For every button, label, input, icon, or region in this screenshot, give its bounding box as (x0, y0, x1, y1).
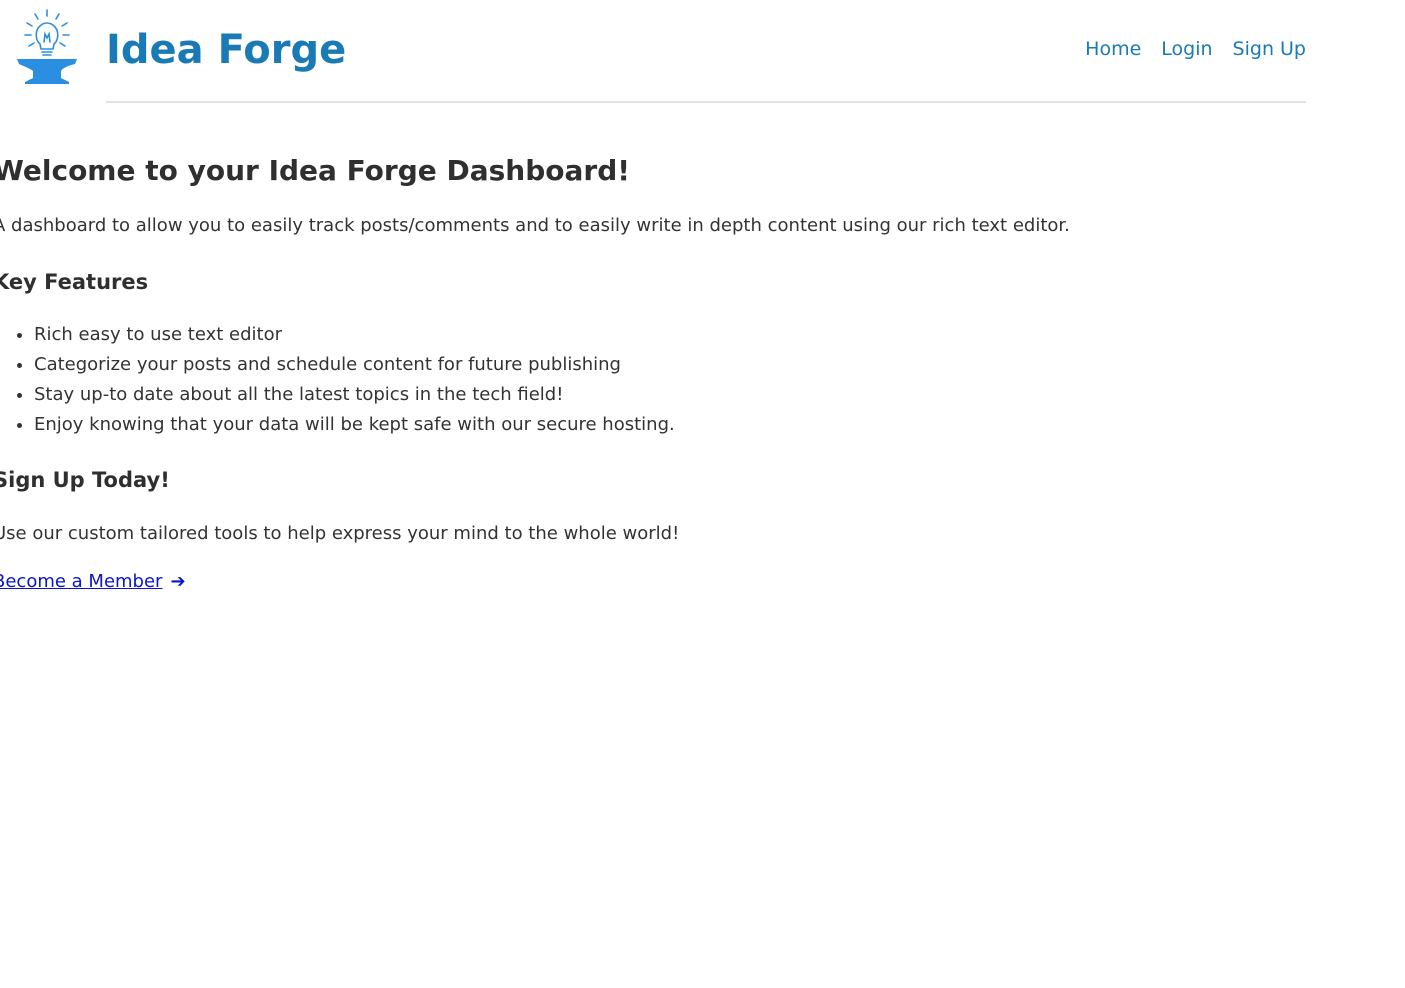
intro-text: A dashboard to allow you to easily track… (0, 215, 1070, 236)
arrow-right-icon: ➔ (170, 571, 186, 592)
become-member-label: Become a Member (0, 571, 163, 592)
list-item: Rich easy to use text editor (34, 320, 1193, 350)
nav-home-link[interactable]: Home (1085, 36, 1141, 62)
top-nav: Home Login Sign Up (1085, 36, 1306, 62)
site-header: Idea Forge Home Login Sign Up (0, 0, 1405, 104)
features-list: Rich easy to use text editor Categorize … (0, 320, 1193, 440)
signup-text: Use our custom tailored tools to help ex… (0, 523, 680, 544)
brand-title[interactable]: Idea Forge (106, 24, 346, 76)
list-item: Categorize your posts and schedule conte… (34, 350, 1193, 380)
features-heading: Key Features (0, 270, 149, 294)
page-title: Welcome to your Idea Forge Dashboard! (0, 154, 631, 187)
lightbulb-anvil-icon[interactable] (15, 8, 79, 88)
nav-signup-link[interactable]: Sign Up (1233, 36, 1306, 62)
nav-login-link[interactable]: Login (1161, 36, 1212, 62)
signup-heading: Sign Up Today! (0, 468, 170, 492)
become-member-link[interactable]: Become a Member ➔ (0, 568, 186, 596)
list-item: Stay up-to date about all the latest top… (34, 380, 1193, 410)
list-item: Enjoy knowing that your data will be kep… (34, 410, 1193, 440)
dashboard-content: Welcome to your Idea Forge Dashboard! A … (0, 150, 1193, 596)
header-divider (106, 101, 1306, 103)
